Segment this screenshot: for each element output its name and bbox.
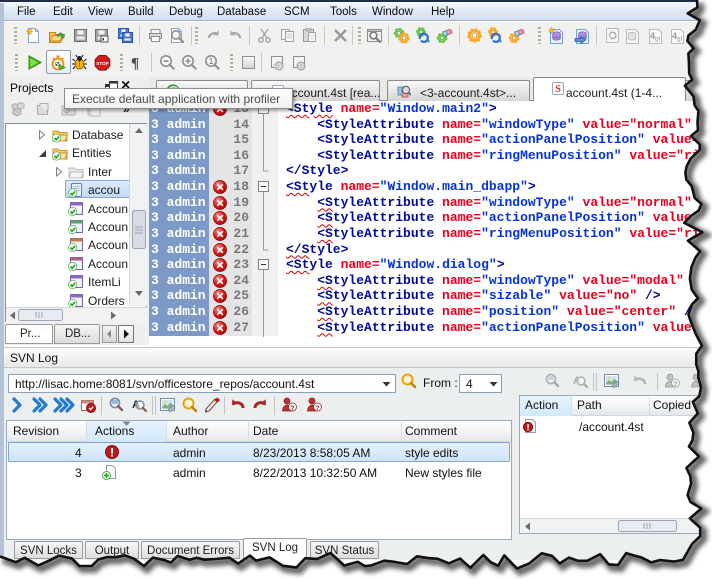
svg-text:1: 1 [209, 57, 214, 66]
svg-text:?: ? [674, 381, 678, 388]
svg-text:?: ? [316, 405, 320, 412]
svg-text:gl: gl [677, 36, 683, 43]
svg-text:¶: ¶ [131, 56, 139, 72]
svg-text:?: ? [700, 381, 704, 388]
svg-text:?: ? [291, 405, 295, 412]
svg-text:STOP: STOP [96, 61, 108, 66]
svg-text:gl: gl [655, 36, 661, 43]
svg-text:S: S [555, 84, 561, 95]
